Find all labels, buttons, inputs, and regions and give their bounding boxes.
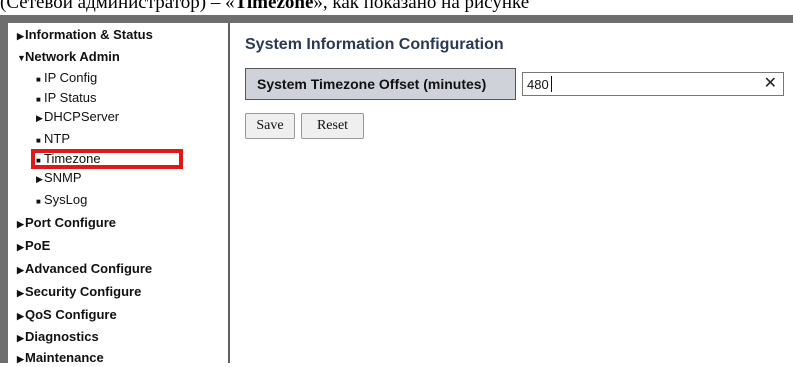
sidebar-item-poe[interactable]: ▶PoE xyxy=(17,238,50,255)
sidebar-item-information-status[interactable]: ▶Information & Status xyxy=(17,27,153,44)
square-bullet-icon: ■ xyxy=(36,95,41,104)
reset-button[interactable]: Reset xyxy=(301,113,364,139)
timezone-offset-field[interactable]: ✕ xyxy=(522,72,784,96)
square-bullet-icon: ■ xyxy=(36,197,41,206)
sidebar-item-security-configure[interactable]: ▶Security Configure xyxy=(17,284,141,301)
sidebar-item-ntp[interactable]: ■ NTP xyxy=(36,131,70,149)
window-frame-left xyxy=(0,15,8,363)
triangle-right-icon: ▶ xyxy=(17,265,24,275)
triangle-right-icon: ▶ xyxy=(17,242,24,252)
timezone-offset-label: System Timezone Offset (minutes) xyxy=(245,68,516,100)
sidebar-item-label: SNMP xyxy=(44,170,82,185)
sidebar-item-snmp[interactable]: ▶SNMP xyxy=(36,170,82,187)
sidebar-item-label: PoE xyxy=(25,238,51,253)
sidebar-item-label: IP Status xyxy=(44,90,97,105)
sidebar-item-advanced-configure[interactable]: ▶Advanced Configure xyxy=(17,261,152,278)
caption-bold: Timezone xyxy=(234,0,314,13)
text-cursor xyxy=(551,76,552,92)
triangle-right-icon: ▶ xyxy=(17,31,24,41)
sidebar-item-label: IP Config xyxy=(44,70,98,85)
sidebar-item-label: Advanced Configure xyxy=(25,261,153,276)
triangle-down-icon: ▼ xyxy=(17,53,26,63)
triangle-right-icon: ▶ xyxy=(17,333,24,343)
window-frame-top xyxy=(0,15,793,23)
timezone-offset-input[interactable] xyxy=(523,73,755,95)
sidebar-item-label: Port Configure xyxy=(25,215,116,230)
sidebar-item-maintenance[interactable]: ▶Maintenance xyxy=(17,350,104,367)
sidebar-item-label: Information & Status xyxy=(25,27,153,42)
sidebar-item-syslog[interactable]: ■ SysLog xyxy=(36,192,87,210)
close-icon[interactable]: ✕ xyxy=(764,74,777,94)
square-bullet-icon: ■ xyxy=(36,75,41,84)
sidebar-item-label: SysLog xyxy=(44,192,88,207)
timezone-highlight-box xyxy=(31,149,183,169)
document-caption: (Сетевой администратор) – «Timezone», ка… xyxy=(0,0,793,15)
sidebar-item-ip-status[interactable]: ■ IP Status xyxy=(36,90,97,108)
triangle-right-icon: ▶ xyxy=(17,354,24,364)
square-bullet-icon: ■ xyxy=(36,136,41,145)
triangle-right-icon: ▶ xyxy=(36,174,43,184)
triangle-right-icon: ▶ xyxy=(36,113,43,123)
page-title: System Information Configuration xyxy=(245,36,504,53)
sidebar-item-qos-configure[interactable]: ▶QoS Configure xyxy=(17,307,117,324)
triangle-right-icon: ▶ xyxy=(17,219,24,229)
sidebar-item-port-configure[interactable]: ▶Port Configure xyxy=(17,215,116,232)
sidebar-item-label: QoS Configure xyxy=(25,307,117,322)
sidebar-item-label: DHCPServer xyxy=(44,109,120,124)
triangle-right-icon: ▶ xyxy=(17,288,24,298)
save-button[interactable]: Save xyxy=(245,113,295,139)
sidebar-item-label: Network Admin xyxy=(25,49,120,64)
sidebar-item-network-admin[interactable]: ▼Network Admin xyxy=(17,49,120,66)
sidebar-item-label: Security Configure xyxy=(25,284,142,299)
triangle-right-icon: ▶ xyxy=(17,311,24,321)
sidebar-item-ip-config[interactable]: ■ IP Config xyxy=(36,70,97,88)
sidebar-item-dhcpserver[interactable]: ▶DHCPServer xyxy=(36,109,119,126)
caption-prefix: (Сетевой администратор) – « xyxy=(0,0,235,13)
sidebar-item-label: NTP xyxy=(44,131,70,146)
sidebar-item-label: Diagnostics xyxy=(25,329,99,344)
sidebar-item-diagnostics[interactable]: ▶Diagnostics xyxy=(17,329,99,346)
caption-suffix: », как показано на рисунке xyxy=(313,0,530,13)
